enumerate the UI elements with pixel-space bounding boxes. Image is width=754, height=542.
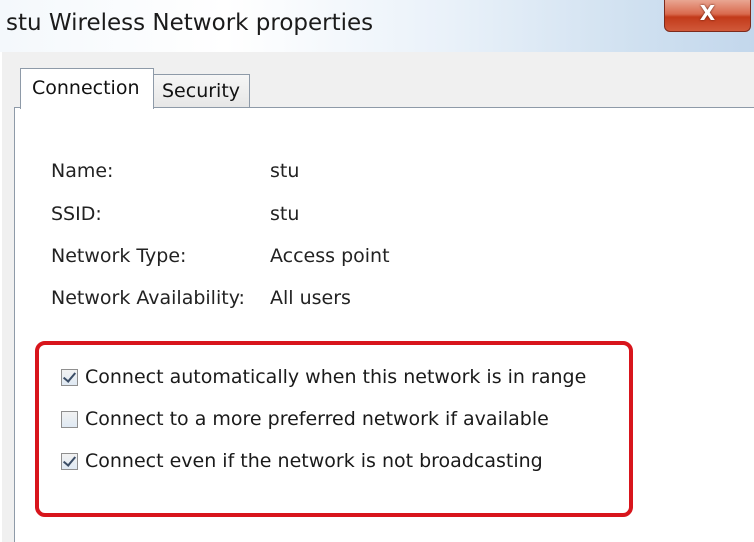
connect-preferred-checkbox[interactable] bbox=[61, 411, 78, 428]
connect-automatically-label[interactable]: Connect automatically when this network … bbox=[85, 366, 586, 388]
tab-connection[interactable]: Connection bbox=[20, 68, 154, 109]
tab-security-label: Security bbox=[162, 80, 241, 102]
close-button[interactable]: X bbox=[664, 0, 751, 32]
tab-connection-label: Connection bbox=[32, 77, 140, 99]
properties-dialog: stu Wireless Network properties X Connec… bbox=[0, 0, 754, 542]
network-type-value: Access point bbox=[270, 245, 390, 267]
tab-security[interactable]: Security bbox=[154, 74, 250, 108]
ssid-value: stu bbox=[270, 203, 300, 225]
ssid-label: SSID: bbox=[51, 203, 102, 225]
connect-preferred-label[interactable]: Connect to a more preferred network if a… bbox=[85, 408, 549, 430]
connect-automatically-checkbox[interactable] bbox=[61, 369, 78, 386]
title-bar[interactable]: stu Wireless Network properties X bbox=[0, 0, 754, 52]
name-label: Name: bbox=[51, 160, 114, 182]
network-availability-label: Network Availability: bbox=[51, 287, 245, 309]
network-type-label: Network Type: bbox=[51, 245, 187, 267]
name-value: stu bbox=[270, 160, 300, 182]
connect-not-broadcasting-checkbox[interactable] bbox=[61, 453, 78, 470]
connect-not-broadcasting-label[interactable]: Connect even if the network is not broad… bbox=[85, 450, 543, 472]
window-title: stu Wireless Network properties bbox=[6, 10, 374, 36]
close-icon: X bbox=[699, 1, 716, 25]
network-availability-value: All users bbox=[270, 287, 351, 309]
